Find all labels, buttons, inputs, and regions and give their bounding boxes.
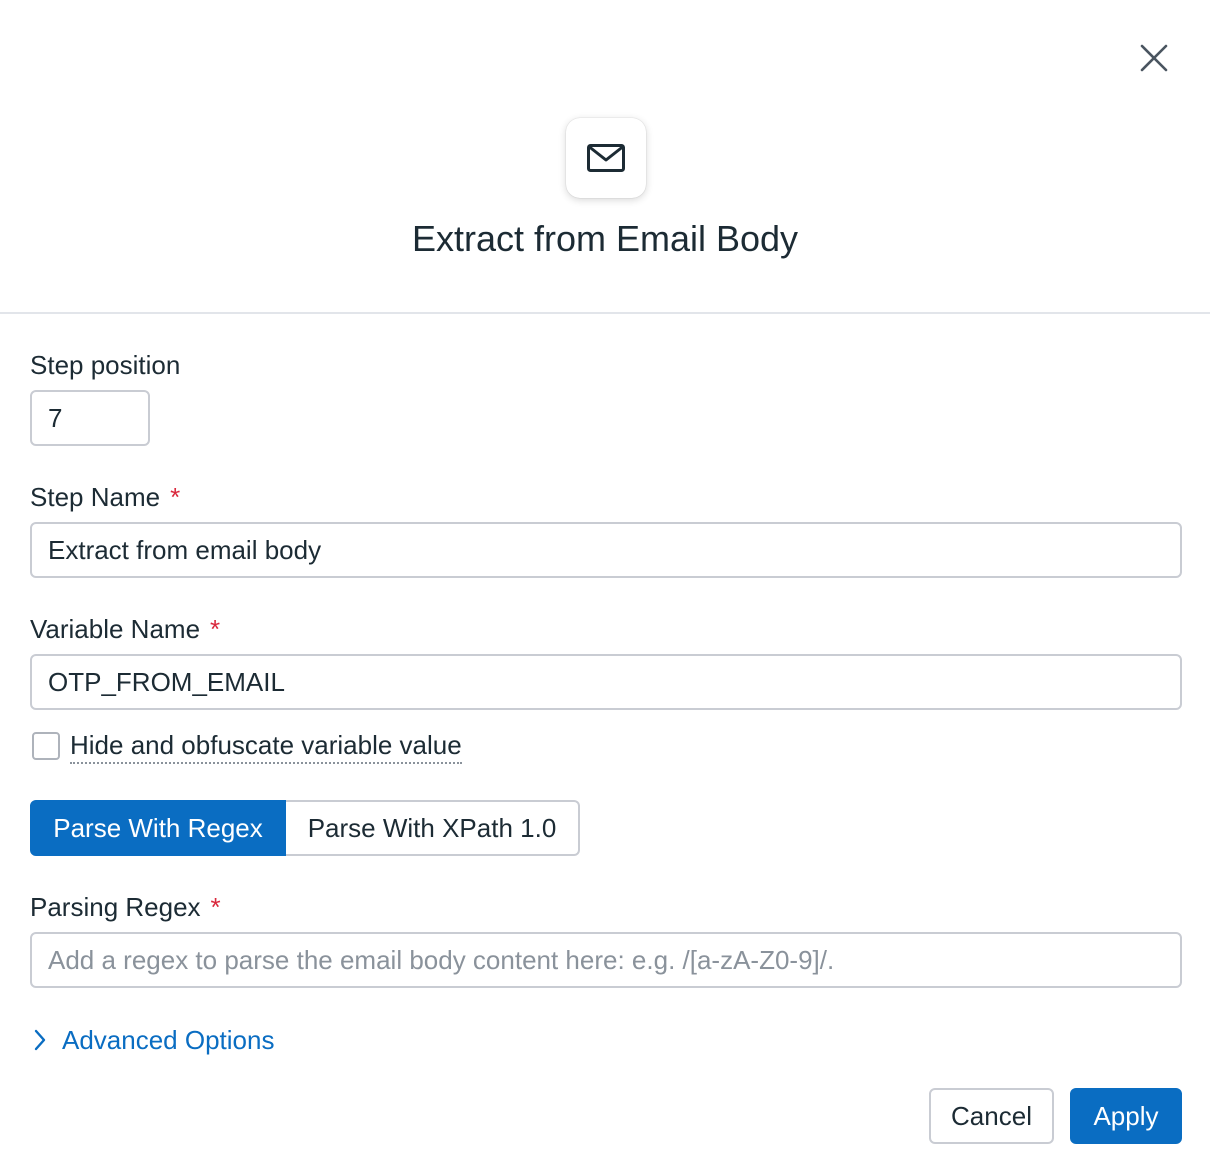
header-divider xyxy=(0,312,1210,314)
required-marker: * xyxy=(210,892,221,922)
parsing-regex-input[interactable] xyxy=(30,932,1182,988)
step-name-label-text: Step Name xyxy=(30,482,161,512)
required-marker: * xyxy=(210,614,221,644)
parse-with-regex-tab[interactable]: Parse With Regex xyxy=(30,800,286,856)
variable-name-input[interactable] xyxy=(30,654,1182,710)
apply-button[interactable]: Apply xyxy=(1070,1088,1182,1144)
step-name-input[interactable] xyxy=(30,522,1182,578)
dialog-title: Extract from Email Body xyxy=(411,218,799,259)
header-icon-container xyxy=(566,118,646,198)
advanced-options-toggle[interactable]: Advanced Options xyxy=(34,1020,274,1060)
parse-mode-toggle: Parse With Regex Parse With XPath 1.0 xyxy=(30,800,580,856)
step-name-label: Step Name * xyxy=(30,480,180,514)
step-position-input[interactable] xyxy=(30,390,150,446)
cancel-button[interactable]: Cancel xyxy=(929,1088,1054,1144)
obfuscate-checkbox[interactable] xyxy=(32,732,60,760)
obfuscate-checkbox-row: Hide and obfuscate variable value xyxy=(32,726,462,766)
close-icon xyxy=(1140,44,1168,72)
variable-name-label: Variable Name * xyxy=(30,612,220,646)
variable-name-label-text: Variable Name xyxy=(30,614,201,644)
close-button[interactable] xyxy=(1132,36,1176,80)
parsing-regex-label-text: Parsing Regex xyxy=(30,892,201,922)
advanced-options-label: Advanced Options xyxy=(62,1024,275,1055)
required-marker: * xyxy=(170,482,181,512)
chevron-right-icon xyxy=(34,1029,46,1051)
parse-with-xpath-tab[interactable]: Parse With XPath 1.0 xyxy=(286,800,580,856)
step-position-label-text: Step position xyxy=(30,350,181,380)
step-position-label: Step position xyxy=(30,348,180,382)
envelope-icon xyxy=(587,144,625,172)
obfuscate-checkbox-label[interactable]: Hide and obfuscate variable value xyxy=(70,728,462,764)
parsing-regex-label: Parsing Regex * xyxy=(30,890,221,924)
